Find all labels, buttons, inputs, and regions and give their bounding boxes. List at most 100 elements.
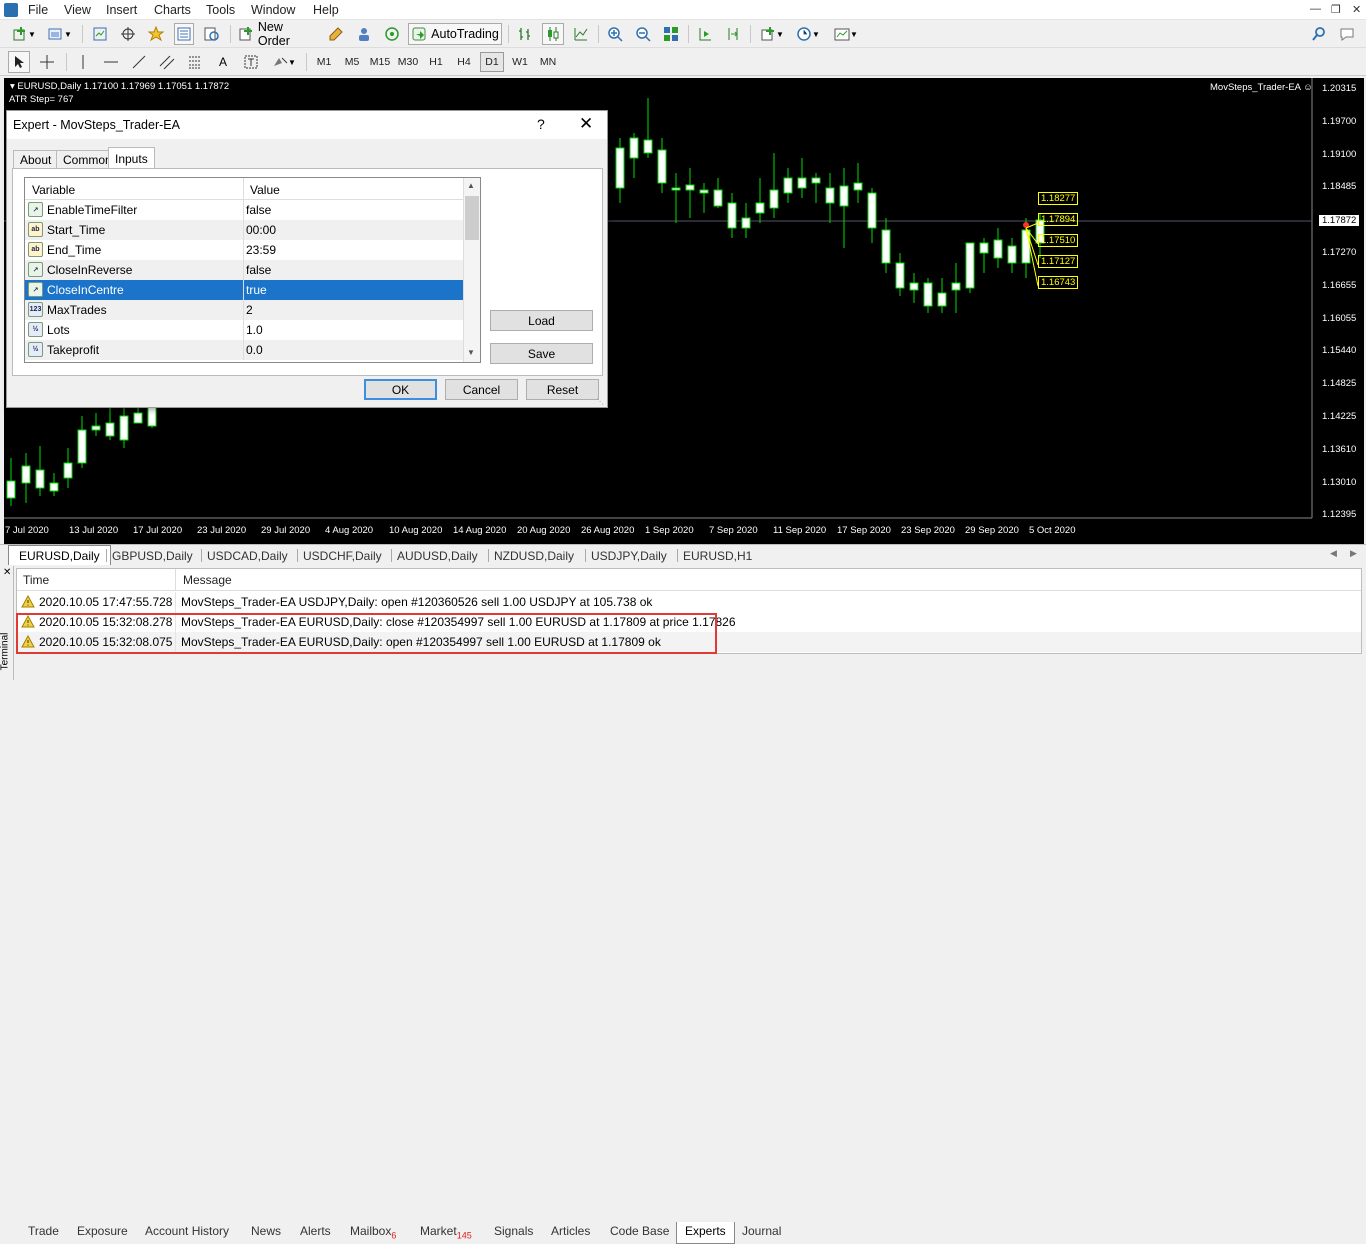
menu-charts[interactable]: Charts — [154, 3, 191, 17]
channel-button[interactable] — [156, 51, 178, 73]
input-row[interactable]: ↗ EnableTimeFilter false — [25, 200, 463, 220]
chart-shift-button[interactable] — [694, 23, 716, 45]
terminal-tab[interactable]: Exposure — [77, 1224, 128, 1238]
trendline-button[interactable] — [128, 51, 150, 73]
tabs-right-icon[interactable]: ▶ — [1350, 548, 1357, 559]
symbol-tab[interactable]: GBPUSD,Daily — [112, 547, 193, 564]
cancel-button[interactable]: Cancel — [445, 379, 518, 400]
bar-chart-button[interactable] — [514, 23, 536, 45]
load-button[interactable]: Load — [490, 310, 593, 331]
scroll-up-icon[interactable]: ▲ — [467, 181, 475, 190]
text-label-button[interactable] — [240, 51, 262, 73]
tabs-left-icon[interactable]: ◀ — [1330, 548, 1337, 559]
close-icon[interactable]: ✕ — [1352, 3, 1361, 16]
new-chart-button[interactable]: ▼ — [8, 23, 40, 45]
vertical-line-button[interactable] — [72, 51, 94, 73]
tab-inputs[interactable]: Inputs — [108, 147, 155, 169]
scroll-down-icon[interactable]: ▼ — [467, 348, 475, 357]
ok-button[interactable]: OK — [364, 379, 437, 400]
input-row[interactable]: ½ Lots 1.0 — [25, 320, 463, 340]
terminal-tab[interactable]: Articles — [551, 1224, 590, 1238]
timeframe-mn[interactable]: MN — [536, 52, 560, 72]
fibonacci-button[interactable] — [184, 51, 206, 73]
timeframe-m30[interactable]: M30 — [396, 52, 420, 72]
terminal-tab[interactable]: Market145 — [420, 1224, 472, 1240]
symbol-tab[interactable]: AUDUSD,Daily — [397, 547, 478, 564]
line-chart-button[interactable] — [570, 23, 592, 45]
menu-tools[interactable]: Tools — [206, 3, 235, 17]
input-value[interactable]: true — [246, 283, 267, 297]
input-row[interactable]: ab Start_Time 00:00 — [25, 220, 463, 240]
tile-windows-button[interactable] — [660, 23, 682, 45]
input-row[interactable]: ½ Takeprofit 0.0 — [25, 340, 463, 360]
symbol-tab[interactable]: EURUSD,Daily — [8, 545, 111, 565]
timeframe-w1[interactable]: W1 — [508, 52, 532, 72]
search-button[interactable] — [1308, 23, 1330, 45]
text-tool-button[interactable]: A — [212, 51, 234, 73]
resize-grip-icon[interactable]: ⋱ — [596, 397, 604, 406]
log-row[interactable]: 2020.10.05 17:47:55.728 MovSteps_Trader-E… — [17, 592, 1361, 612]
terminal-tab[interactable]: Code Base — [610, 1224, 669, 1238]
timeframe-m15[interactable]: M15 — [368, 52, 392, 72]
autotrading-button[interactable]: AutoTrading — [408, 23, 502, 45]
input-value[interactable]: 2 — [246, 303, 253, 317]
navigator-button[interactable] — [174, 23, 194, 45]
symbol-tab[interactable]: USDCHF,Daily — [303, 547, 382, 564]
menu-window[interactable]: Window — [251, 3, 295, 17]
grid-scrollbar[interactable]: ▲ ▼ — [463, 178, 480, 362]
market-watch-button[interactable] — [90, 23, 110, 45]
symbol-tab[interactable]: USDCAD,Daily — [207, 547, 288, 564]
favorites-button[interactable] — [146, 23, 166, 45]
vps-button[interactable] — [382, 23, 402, 45]
symbol-tab[interactable]: NZDUSD,Daily — [494, 547, 574, 564]
metaeditor-button[interactable] — [326, 23, 346, 45]
input-value[interactable]: 1.0 — [246, 323, 263, 337]
timeframe-h4[interactable]: H4 — [452, 52, 476, 72]
terminal-tab[interactable]: Experts — [676, 1222, 735, 1244]
minimize-icon[interactable]: — — [1310, 3, 1321, 15]
terminal-close-icon[interactable]: ✕ — [3, 567, 11, 578]
input-row[interactable]: 123 MaxTrades 2 — [25, 300, 463, 320]
timeframe-m1[interactable]: M1 — [312, 52, 336, 72]
symbol-tab[interactable]: USDJPY,Daily — [591, 547, 667, 564]
timeframe-h1[interactable]: H1 — [424, 52, 448, 72]
input-row[interactable]: ↗ CloseInCentre true — [25, 280, 463, 300]
profiles-button[interactable]: ▼ — [44, 23, 76, 45]
menu-file[interactable]: File — [28, 3, 48, 17]
menu-view[interactable]: View — [64, 3, 91, 17]
symbol-tab[interactable]: EURUSD,H1 — [683, 547, 752, 564]
terminal-tab[interactable]: Account History — [145, 1224, 229, 1238]
new-order-button[interactable]: New Order — [238, 20, 318, 48]
input-value[interactable]: 00:00 — [246, 223, 276, 237]
menu-help[interactable]: Help — [313, 3, 339, 17]
input-row[interactable]: ↗ CloseInReverse false — [25, 260, 463, 280]
terminal-tab[interactable]: Trade — [28, 1224, 59, 1238]
templates-button[interactable]: ▼ — [830, 23, 862, 45]
reset-button[interactable]: Reset — [526, 379, 599, 400]
terminal-tab[interactable]: Signals — [494, 1224, 533, 1238]
input-value[interactable]: false — [246, 263, 271, 277]
help-icon[interactable]: ? — [537, 116, 545, 132]
terminal-tab[interactable]: Mailbox6 — [350, 1224, 396, 1240]
cursor-button[interactable] — [8, 51, 30, 73]
zoom-in-button[interactable] — [604, 23, 626, 45]
crosshair-tool-button[interactable] — [36, 51, 58, 73]
input-value[interactable]: false — [246, 203, 271, 217]
zoom-out-button[interactable] — [632, 23, 654, 45]
tab-about[interactable]: About — [13, 150, 59, 169]
terminal-tab[interactable]: Journal — [742, 1224, 781, 1238]
terminal-tab[interactable]: Alerts — [300, 1224, 331, 1238]
menu-insert[interactable]: Insert — [106, 3, 137, 17]
save-button[interactable]: Save — [490, 343, 593, 364]
chat-button[interactable] — [1336, 23, 1360, 45]
timeframe-d1[interactable]: D1 — [480, 52, 504, 72]
scroll-thumb[interactable] — [465, 196, 479, 240]
restore-icon[interactable]: ❐ — [1331, 3, 1341, 16]
periods-button[interactable]: ▼ — [792, 23, 824, 45]
signals-button[interactable] — [354, 23, 374, 45]
timeframe-m5[interactable]: M5 — [340, 52, 364, 72]
candlestick-button[interactable] — [542, 23, 564, 45]
shapes-button[interactable]: ▼ — [268, 51, 300, 73]
terminal-tab[interactable]: News — [251, 1224, 281, 1238]
input-value[interactable]: 0.0 — [246, 343, 263, 357]
